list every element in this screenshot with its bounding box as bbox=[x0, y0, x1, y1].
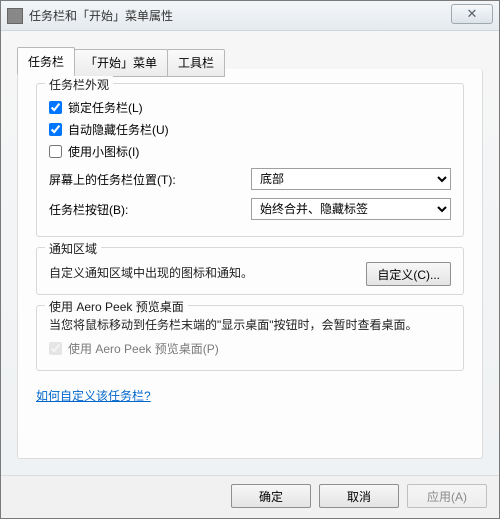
row-taskbar-buttons: 任务栏按钮(B): 始终合并、隐藏标签 bbox=[49, 198, 451, 220]
close-button[interactable]: ✕ bbox=[451, 4, 493, 24]
tab-panel-taskbar: 任务栏 「开始」菜单 工具栏 任务栏外观 锁定任务栏(L) 自动隐藏任务栏(U)… bbox=[17, 69, 483, 459]
dialog-window: 任务栏和「开始」菜单属性 ✕ 任务栏 「开始」菜单 工具栏 任务栏外观 锁定任务… bbox=[0, 0, 500, 519]
label-taskbar-position: 屏幕上的任务栏位置(T): bbox=[49, 171, 176, 188]
tab-startmenu[interactable]: 「开始」菜单 bbox=[74, 49, 168, 77]
tab-taskbar-label: 任务栏 bbox=[28, 55, 64, 69]
group-aero-peek: 使用 Aero Peek 预览桌面 当您将鼠标移动到任务栏末端的"显示桌面"按钮… bbox=[36, 305, 464, 371]
button-apply[interactable]: 应用(A) bbox=[407, 484, 487, 508]
dialog-button-bar: 确定 取消 应用(A) bbox=[1, 475, 499, 518]
app-icon bbox=[7, 8, 23, 24]
group-appearance-title: 任务栏外观 bbox=[45, 76, 113, 93]
button-ok[interactable]: 确定 bbox=[231, 484, 311, 508]
label-aero-peek: 使用 Aero Peek 预览桌面(P) bbox=[68, 340, 219, 357]
row-lock-taskbar: 锁定任务栏(L) bbox=[49, 99, 451, 116]
row-taskbar-position: 屏幕上的任务栏位置(T): 底部 bbox=[49, 168, 451, 190]
row-small-icons: 使用小图标(I) bbox=[49, 143, 451, 160]
checkbox-autohide-taskbar[interactable] bbox=[49, 123, 62, 136]
checkbox-small-icons[interactable] bbox=[49, 145, 62, 158]
group-notification: 通知区域 自定义通知区域中出现的图标和通知。 自定义(C)... bbox=[36, 247, 464, 295]
label-taskbar-buttons: 任务栏按钮(B): bbox=[49, 201, 128, 218]
checkbox-aero-peek bbox=[49, 342, 62, 355]
tab-container: 任务栏 「开始」菜单 工具栏 任务栏外观 锁定任务栏(L) 自动隐藏任务栏(U)… bbox=[9, 61, 491, 467]
checkbox-lock-taskbar[interactable] bbox=[49, 101, 62, 114]
button-customize-notifications[interactable]: 自定义(C)... bbox=[366, 262, 451, 286]
label-autohide-taskbar: 自动隐藏任务栏(U) bbox=[68, 121, 169, 138]
select-taskbar-buttons[interactable]: 始终合并、隐藏标签 bbox=[251, 198, 451, 220]
titlebar: 任务栏和「开始」菜单属性 ✕ bbox=[1, 1, 499, 31]
group-aero-peek-title: 使用 Aero Peek 预览桌面 bbox=[45, 298, 188, 315]
button-cancel[interactable]: 取消 bbox=[319, 484, 399, 508]
group-notification-title: 通知区域 bbox=[45, 240, 101, 257]
text-notification-desc: 自定义通知区域中出现的图标和通知。 bbox=[49, 264, 358, 283]
row-aero-peek-checkbox: 使用 Aero Peek 预览桌面(P) bbox=[49, 340, 451, 357]
tab-startmenu-label: 「开始」菜单 bbox=[85, 56, 157, 70]
tab-strip: 任务栏 「开始」菜单 工具栏 bbox=[17, 47, 224, 75]
tab-toolbar-label: 工具栏 bbox=[178, 56, 214, 70]
close-icon: ✕ bbox=[467, 6, 478, 22]
label-small-icons: 使用小图标(I) bbox=[68, 143, 139, 160]
row-notification-desc: 自定义通知区域中出现的图标和通知。 自定义(C)... bbox=[49, 262, 451, 286]
group-appearance: 任务栏外观 锁定任务栏(L) 自动隐藏任务栏(U) 使用小图标(I) 屏幕上的任… bbox=[36, 83, 464, 237]
window-title: 任务栏和「开始」菜单属性 bbox=[29, 7, 173, 24]
tab-taskbar[interactable]: 任务栏 bbox=[17, 47, 75, 75]
tab-toolbar[interactable]: 工具栏 bbox=[167, 49, 225, 77]
text-aero-peek-desc: 当您将鼠标移动到任务栏末端的"显示桌面"按钮时，会暂时查看桌面。 bbox=[49, 316, 451, 335]
link-how-to-customize[interactable]: 如何自定义该任务栏? bbox=[36, 387, 464, 404]
select-taskbar-position[interactable]: 底部 bbox=[251, 168, 451, 190]
label-lock-taskbar: 锁定任务栏(L) bbox=[68, 99, 143, 116]
row-autohide-taskbar: 自动隐藏任务栏(U) bbox=[49, 121, 451, 138]
